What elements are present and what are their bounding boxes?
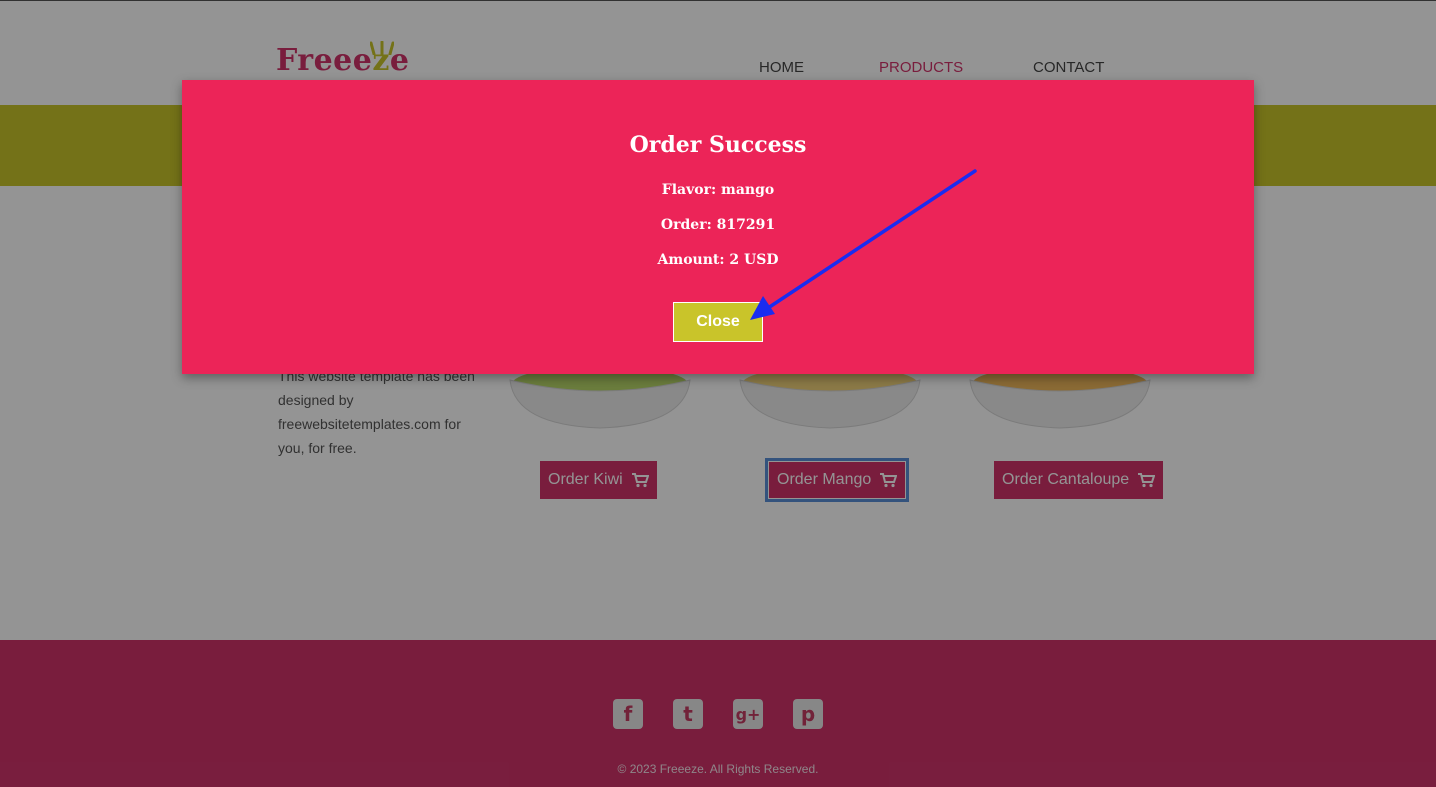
modal-title: Order Success [629, 132, 807, 158]
close-button[interactable]: Close [673, 302, 763, 342]
order-number: Order: 817291 [660, 217, 776, 233]
order-success-modal: Order Success Flavor: mango Order: 81729… [182, 80, 1254, 374]
order-amount: Amount: 2 USD [657, 252, 779, 268]
order-flavor: Flavor: mango [661, 182, 775, 198]
